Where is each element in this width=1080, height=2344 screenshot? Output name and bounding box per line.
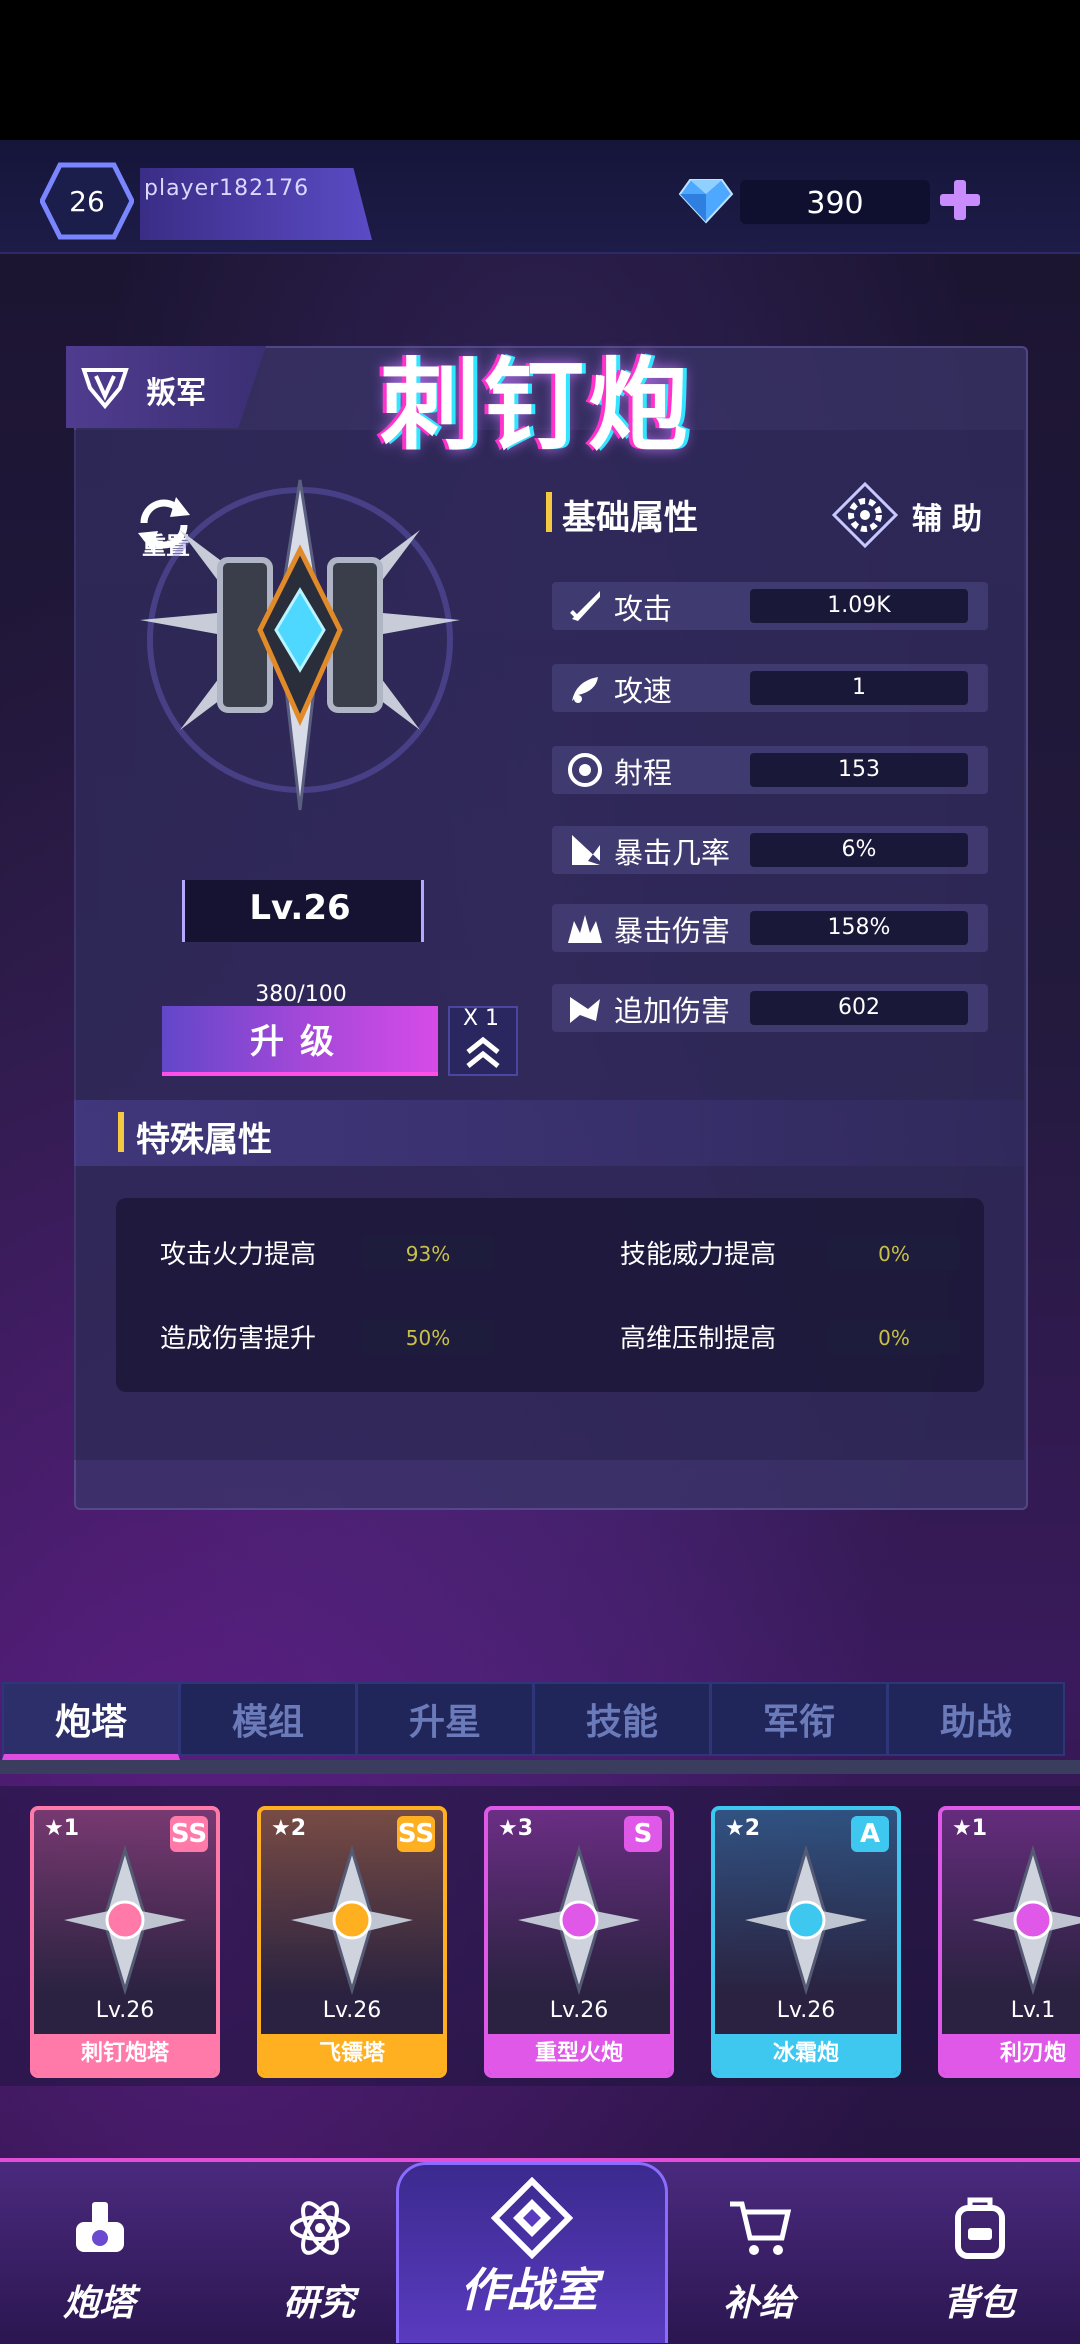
attribute-label: 射程	[614, 756, 673, 790]
card-name: 刺钉炮塔	[34, 2034, 216, 2074]
gem-count: 390	[806, 186, 864, 221]
card-name: 重型火炮	[488, 2034, 670, 2074]
card-name: 飞镖塔	[261, 2034, 443, 2074]
card-stars: ★3	[498, 1816, 534, 1841]
spike-cannon-tower-image	[140, 479, 460, 811]
backpack-icon	[955, 2197, 1005, 2259]
card-name: 利刃炮	[942, 2034, 1080, 2074]
tab-3[interactable]: 技能	[533, 1682, 711, 1756]
card-level: Lv.26	[549, 1998, 609, 2023]
tower-card[interactable]: ★2 SS Lv.26 飞镖塔	[257, 1806, 447, 2078]
special-attribute-value: 50%	[405, 1326, 451, 1350]
tower-level: Lv.26	[249, 888, 351, 928]
attribute-label: 暴击伤害	[614, 914, 731, 948]
atom-icon	[290, 2201, 350, 2255]
special-attribute-label: 高维压制提高	[620, 1324, 777, 1354]
attribute-value: 1	[852, 675, 866, 700]
assist-label[interactable]: 辅助	[912, 494, 992, 538]
card-name: 冰霜炮	[715, 2034, 897, 2074]
card-grade-badge: SS	[397, 1816, 435, 1852]
tower-card[interactable]: ★1 SS Lv.26 刺钉炮塔	[30, 1806, 220, 2078]
rebel-faction-icon	[81, 368, 129, 410]
nav-war-room-label: 作战室	[460, 2263, 598, 2317]
crit-burst-icon	[568, 915, 602, 943]
tab-1[interactable]: 模组	[179, 1682, 357, 1756]
section-marker	[118, 1112, 124, 1152]
nav-supply-label: 补给	[722, 2283, 795, 2324]
tab-4[interactable]: 军衔	[710, 1682, 888, 1756]
attribute-label: 暴击几率	[614, 836, 731, 870]
tower-card[interactable]: ★1 Lv.1 利刃炮	[938, 1806, 1080, 2078]
nav-research[interactable]: 研究	[234, 2180, 404, 2330]
attribute-value: 158%	[827, 915, 891, 940]
attribute-value: 6%	[841, 837, 877, 862]
upgrade-cost: 380/100	[255, 982, 347, 1007]
special-attributes-box	[116, 1198, 984, 1392]
war-room-icon	[491, 2177, 573, 2259]
special-attributes-title: 特殊属性	[136, 1120, 272, 1160]
base-attributes-title: 基础属性	[562, 498, 698, 538]
tab-5[interactable]: 助战	[887, 1682, 1065, 1756]
card-stars: ★2	[725, 1816, 761, 1841]
upgrade-multiplier: X 1	[462, 1006, 500, 1031]
nav-research-label: 研究	[282, 2283, 355, 2324]
turret-icon	[76, 2202, 124, 2252]
shopping-cart-icon	[730, 2201, 792, 2255]
special-attribute-value: 0%	[878, 1242, 910, 1266]
upgrade-label: 升级	[250, 1022, 350, 1062]
card-level: Lv.1	[1010, 1998, 1056, 2023]
nav-turret-label: 炮塔	[62, 2283, 135, 2324]
special-attribute-value: 93%	[405, 1242, 451, 1266]
tower-card[interactable]: ★2 A Lv.26 冰霜炮	[711, 1806, 901, 2078]
player-level-badge: 26	[40, 162, 134, 240]
special-attribute-label: 造成伤害提升	[160, 1324, 317, 1354]
player-name: player182176	[144, 176, 310, 201]
tower-title: 刺钉炮	[380, 347, 692, 464]
extra-damage-icon	[570, 997, 600, 1023]
target-icon	[568, 753, 602, 787]
assist-gear-icon[interactable]	[830, 480, 900, 550]
card-grade-badge: SS	[170, 1816, 208, 1852]
tabs-divider	[0, 1760, 1080, 1774]
card-stars: ★1	[952, 1816, 988, 1841]
card-level: Lv.26	[95, 1998, 155, 2023]
tab-0[interactable]: 炮塔	[2, 1682, 180, 1760]
card-stars: ★1	[44, 1816, 80, 1841]
card-stars: ★2	[271, 1816, 307, 1841]
faction-label: 叛军	[146, 376, 206, 411]
diamond-icon	[678, 179, 734, 224]
tower-card[interactable]: ★3 S Lv.26 重型火炮	[484, 1806, 674, 2078]
tower-tabs: 炮塔 模组 升星 技能 军衔 助战	[0, 1682, 1080, 1760]
section-marker	[546, 492, 552, 532]
card-level: Lv.26	[322, 1998, 382, 2023]
attribute-value: 153	[838, 757, 880, 782]
attribute-label: 攻速	[614, 674, 673, 708]
special-attribute-label: 攻击火力提高	[160, 1240, 317, 1270]
double-chevron-up-icon	[466, 1036, 500, 1068]
special-attribute-value: 0%	[878, 1326, 910, 1350]
nav-turret[interactable]: 炮塔	[14, 2180, 184, 2330]
nav-backpack-label: 背包	[942, 2283, 1015, 2324]
player-level: 26	[69, 185, 105, 218]
attribute-label: 攻击	[614, 592, 673, 626]
speed-icon	[572, 677, 598, 703]
card-level: Lv.26	[776, 1998, 836, 2023]
card-grade-badge: A	[851, 1816, 889, 1852]
card-grade-badge: S	[624, 1816, 662, 1852]
add-gems-button[interactable]	[936, 176, 984, 224]
nav-supply[interactable]: 补给	[674, 2180, 844, 2330]
nav-backpack[interactable]: 背包	[894, 2180, 1064, 2330]
attribute-label: 追加伤害	[614, 994, 731, 1028]
attribute-value: 1.09K	[827, 593, 891, 618]
tab-2[interactable]: 升星	[356, 1682, 534, 1756]
crit-arrow-icon	[572, 835, 600, 865]
attribute-value: 602	[838, 995, 880, 1020]
special-attribute-label: 技能威力提高	[620, 1240, 777, 1270]
sword-icon	[570, 591, 600, 621]
